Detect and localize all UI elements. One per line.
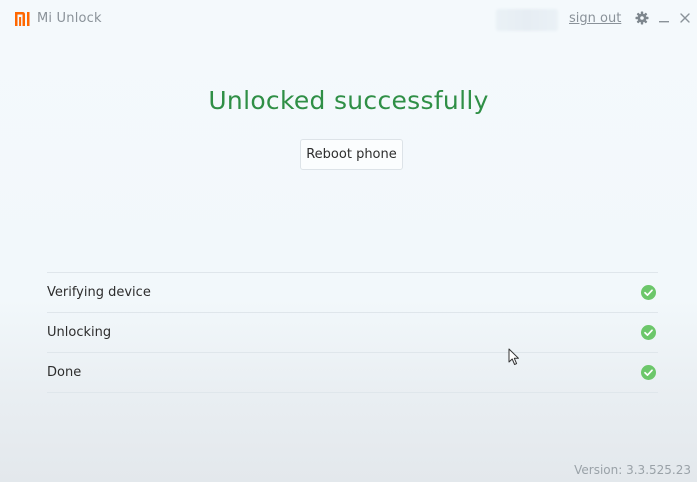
step-done: Done xyxy=(47,353,658,393)
progress-steps-list: Verifying device Unlocking Done xyxy=(47,272,658,393)
sign-out-link[interactable]: sign out xyxy=(569,11,621,26)
step-label: Done xyxy=(47,365,82,380)
minimize-icon[interactable] xyxy=(657,11,671,25)
close-icon[interactable] xyxy=(678,11,692,25)
gear-icon[interactable] xyxy=(635,11,649,25)
step-label: Unlocking xyxy=(47,325,112,340)
step-label: Verifying device xyxy=(47,285,151,300)
mi-logo-icon xyxy=(15,12,30,26)
step-verifying-device: Verifying device xyxy=(47,273,658,313)
mouse-pointer-icon xyxy=(508,348,519,365)
step-unlocking: Unlocking xyxy=(47,313,658,353)
check-circle-icon xyxy=(641,285,656,300)
check-circle-icon xyxy=(641,325,656,340)
reboot-phone-button[interactable]: Reboot phone xyxy=(300,139,403,170)
title-bar: Mi Unlock sign out xyxy=(0,0,697,38)
status-headline: Unlocked successfully xyxy=(208,86,489,115)
account-name-redacted xyxy=(496,9,558,31)
app-title: Mi Unlock xyxy=(37,11,102,26)
version-label: Version: 3.3.525.23 xyxy=(574,463,691,477)
check-circle-icon xyxy=(641,365,656,380)
